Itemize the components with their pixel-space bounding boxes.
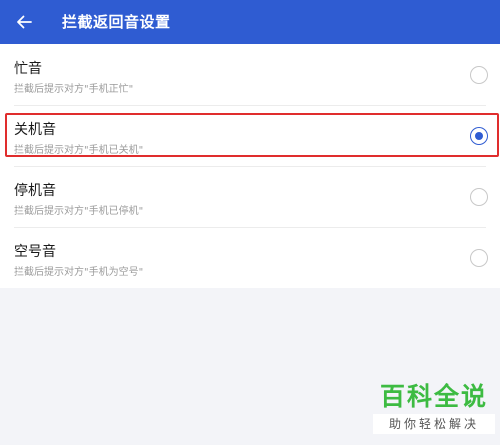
app-bar: 拦截返回音设置 <box>0 0 500 44</box>
option-label: 空号音 <box>14 244 56 260</box>
option-list: 忙音 拦截后提示对方"手机正忙" 关机音 拦截后提示对方"手机已关机" 停机音 … <box>0 44 500 288</box>
option-radio[interactable] <box>470 188 488 206</box>
option-radio-selected[interactable] <box>470 127 488 145</box>
page-title: 拦截返回音设置 <box>62 13 171 31</box>
option-radio[interactable] <box>470 249 488 267</box>
option-power-off-tone[interactable]: 关机音 拦截后提示对方"手机已关机" <box>0 105 500 165</box>
back-arrow-icon <box>17 15 32 29</box>
option-description: 拦截后提示对方"手机已关机" <box>14 145 144 156</box>
back-button[interactable] <box>10 8 38 36</box>
option-busy-tone[interactable]: 忙音 拦截后提示对方"手机正忙" <box>0 44 500 104</box>
option-suspended-tone[interactable]: 停机音 拦截后提示对方"手机已停机" <box>0 166 500 226</box>
option-label: 忙音 <box>14 61 42 77</box>
option-label: 停机音 <box>14 183 56 199</box>
watermark-slogan: 助你轻松解决 <box>373 414 495 434</box>
option-description: 拦截后提示对方"手机为空号" <box>14 267 144 278</box>
option-label: 关机音 <box>14 122 56 138</box>
option-description: 拦截后提示对方"手机正忙" <box>14 84 134 95</box>
watermark-logo: 百科全说 助你轻松解决 <box>373 382 495 434</box>
watermark-brand: 百科全说 <box>379 382 488 411</box>
option-description: 拦截后提示对方"手机已停机" <box>14 206 144 217</box>
option-radio[interactable] <box>470 66 488 84</box>
option-empty-number-tone[interactable]: 空号音 拦截后提示对方"手机为空号" <box>0 227 500 287</box>
